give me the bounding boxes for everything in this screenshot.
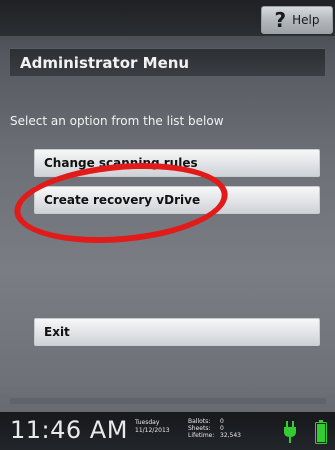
page-title: Administrator Menu [10, 48, 325, 76]
day-date: Tuesday 11/12/2013 [135, 419, 170, 435]
day-label: Tuesday [135, 419, 160, 426]
date-label: 11/12/2013 [135, 427, 170, 434]
lifetime-value: 32,543 [220, 432, 241, 439]
sheets-label: Sheets: [188, 425, 211, 432]
exit-button[interactable]: Exit [34, 318, 320, 346]
content-panel-footer [10, 398, 326, 404]
battery-icon [315, 420, 327, 444]
instructions-text: Select an option from the list below [10, 114, 224, 128]
help-label: Help [292, 13, 320, 27]
ballots-label: Ballots: [188, 418, 211, 425]
clock-time: 11:46 AM [10, 416, 128, 444]
status-bar: 11:46 AM Tuesday 11/12/2013 Ballots: 0 Sh… [0, 412, 335, 450]
question-mark-icon: ? [274, 8, 287, 32]
counters: Ballots: 0 Sheets: 0 Lifetime: 32,543 [188, 418, 241, 439]
sheets-value: 0 [220, 425, 224, 432]
power-plug-icon [284, 421, 296, 443]
top-bar: ? Help [0, 0, 335, 36]
ballots-value: 0 [220, 418, 224, 425]
lifetime-label: Lifetime: [188, 432, 215, 439]
exit-label: Exit [44, 325, 70, 339]
help-button[interactable]: ? Help [261, 6, 333, 34]
